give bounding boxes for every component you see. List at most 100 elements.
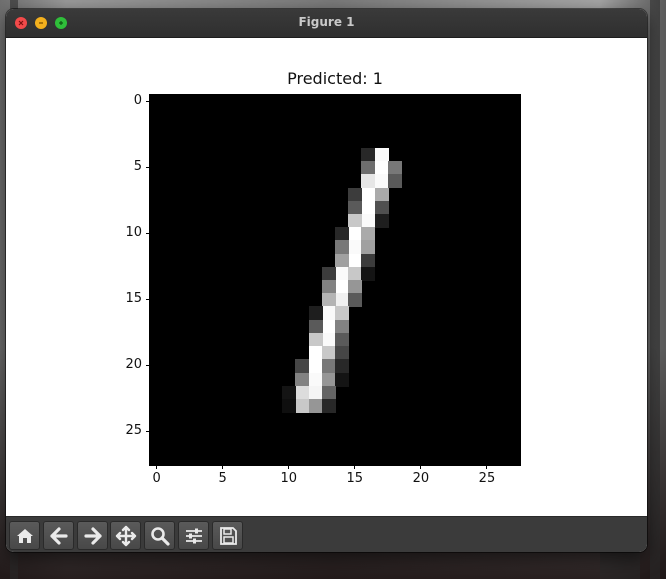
image-pixel [321, 319, 336, 334]
image-axes[interactable] [149, 94, 521, 466]
configure-subplots-button[interactable] [178, 521, 209, 550]
image-pixel [361, 227, 376, 242]
y-tick-mark [146, 101, 150, 103]
image-pixel [321, 266, 336, 281]
home-icon [16, 528, 33, 543]
image-pixel [348, 253, 363, 268]
image-pixel [295, 398, 310, 413]
y-tick-label: 5 [133, 158, 142, 174]
move-icon [115, 525, 136, 546]
x-tick-label: 10 [280, 471, 298, 486]
wallpaper-tree [600, 550, 640, 579]
image-pixel [374, 174, 389, 189]
image-pixel [335, 253, 349, 268]
image-pixel [321, 398, 336, 413]
x-tick-label: 5 [218, 471, 227, 486]
image-pixel [335, 280, 349, 294]
image-pixel [361, 187, 376, 202]
image-pixel [361, 240, 376, 255]
x-tick-mark [222, 465, 224, 469]
image-pixel [308, 306, 323, 321]
image-pixel [321, 280, 336, 294]
image-pixel [335, 306, 349, 321]
image-pixel [282, 385, 297, 400]
image-pixel [374, 200, 389, 215]
y-tick-mark [146, 365, 150, 367]
image-pixel [282, 398, 297, 413]
save-button[interactable] [212, 521, 243, 550]
x-tick-mark [354, 465, 356, 469]
x-tick-mark [156, 465, 158, 469]
image-pixel [335, 319, 349, 334]
y-tick-label: 10 [125, 224, 142, 240]
image-pixel [308, 359, 323, 374]
image-pixel [321, 385, 336, 400]
image-pixel [348, 227, 363, 242]
y-tick-label: 15 [125, 290, 142, 306]
image-pixel [308, 398, 323, 413]
magnifier-icon [150, 526, 170, 546]
image-pixel [335, 346, 349, 361]
floppy-disk-icon [219, 526, 237, 545]
sliders-icon [185, 528, 202, 543]
figure-canvas[interactable]: Predicted: 1 0 5 10 15 20 25 0 5 10 15 20 25 [6, 38, 647, 516]
y-tick-mark [146, 299, 150, 301]
image-pixel [348, 293, 363, 308]
image-pixel [374, 147, 389, 162]
plot-title: Predicted: 1 [287, 69, 383, 88]
image-pixel [335, 293, 349, 308]
image-pixel [361, 253, 376, 268]
figure-window: Figure 1 Predicted: 1 0 5 10 15 20 25 0 5 10 15 20… [6, 9, 647, 552]
home-button[interactable] [9, 521, 40, 550]
y-tick-label: 0 [133, 92, 142, 108]
image-pixel [361, 266, 376, 281]
zoom-button[interactable] [144, 521, 175, 550]
pan-button[interactable] [110, 521, 141, 550]
image-pixel [321, 372, 336, 387]
image-pixel [321, 359, 336, 374]
image-pixel [321, 346, 336, 361]
image-pixel [348, 266, 363, 281]
x-tick-label: 20 [412, 471, 430, 486]
x-tick-label: 0 [152, 471, 161, 486]
image-pixel [335, 332, 349, 347]
y-tick-mark [146, 233, 150, 235]
image-pixel [361, 161, 376, 176]
x-tick-mark [288, 465, 290, 469]
y-tick-label: 20 [125, 356, 142, 372]
image-pixel [295, 385, 310, 400]
arrow-right-icon [83, 526, 102, 545]
back-button[interactable] [43, 521, 74, 550]
navigation-toolbar [6, 516, 647, 552]
window-title: Figure 1 [298, 15, 355, 29]
image-pixel [308, 319, 323, 334]
x-tick-mark [420, 465, 422, 469]
image-pixel [308, 385, 323, 400]
image-pixel [308, 346, 323, 361]
x-tick-mark [486, 465, 488, 469]
image-pixel [308, 372, 323, 387]
image-pixel [348, 200, 363, 215]
y-tick-mark [146, 167, 150, 169]
image-pixel [387, 161, 402, 176]
image-pixel [348, 280, 363, 294]
arrow-left-icon [49, 526, 68, 545]
image-pixel [321, 306, 336, 321]
title-bar[interactable]: Figure 1 [6, 9, 647, 38]
image-pixel [361, 200, 376, 215]
image-pixel [348, 187, 363, 202]
y-tick-label: 25 [125, 422, 142, 438]
image-pixel [321, 332, 336, 347]
image-pixel [308, 332, 323, 347]
image-pixel [361, 147, 376, 162]
image-pixel [295, 359, 310, 374]
image-pixel [335, 266, 349, 281]
forward-button[interactable] [77, 521, 108, 550]
image-pixel [321, 293, 336, 308]
image-pixel [295, 372, 310, 387]
image-pixel [335, 240, 349, 255]
x-tick-label: 25 [478, 471, 496, 486]
image-pixel [335, 372, 349, 387]
y-tick-mark [146, 431, 150, 433]
image-pixel [387, 174, 402, 189]
